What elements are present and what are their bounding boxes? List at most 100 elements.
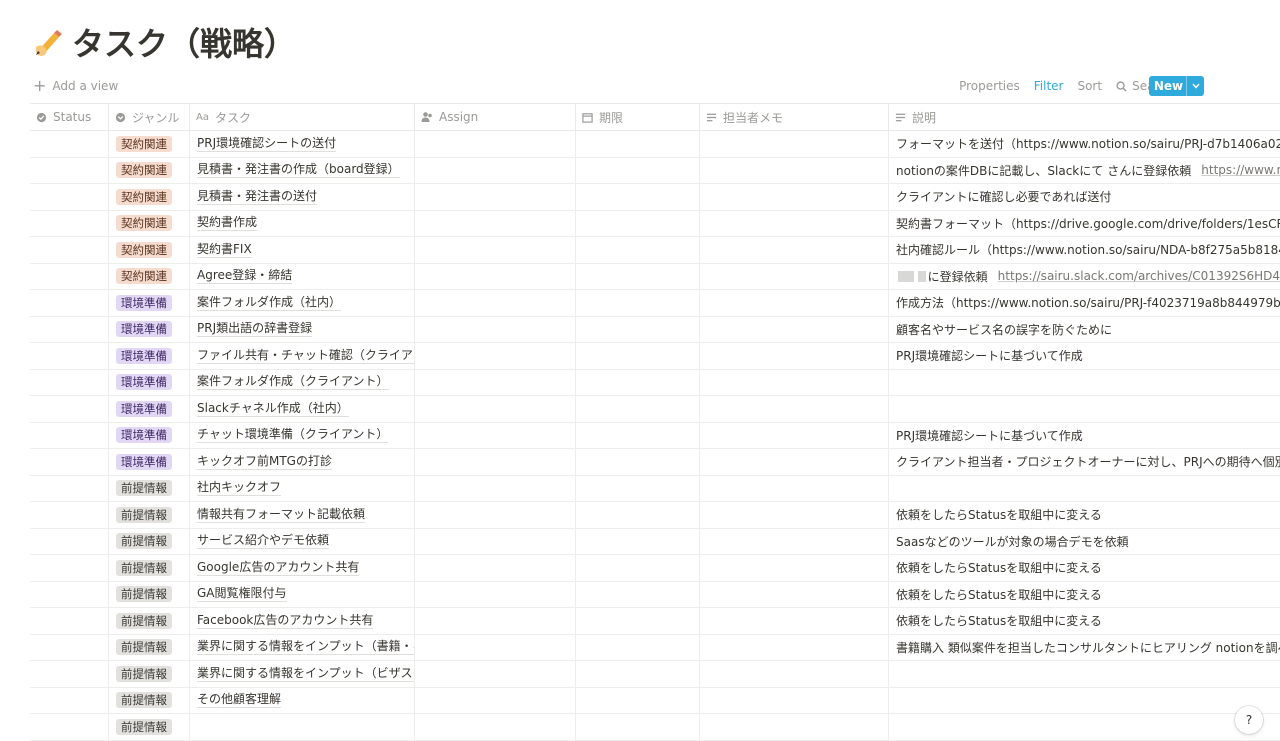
table-row[interactable]: 環境準備 キックオフ前MTGの打診 クライアント担当者・プロジェクトオーナーに対し、… bbox=[30, 449, 1280, 476]
description-cell[interactable] bbox=[889, 661, 1280, 687]
task-title[interactable]: ファイル共有・チャット確認（クライアント） bbox=[197, 348, 414, 364]
assign-cell[interactable] bbox=[415, 131, 576, 157]
description-cell[interactable]: 依頼をしたらStatusを取組中に変える bbox=[889, 608, 1280, 634]
table-row[interactable]: 環境準備 案件フォルダ作成（社内） 作成方法（https://www.notion.… bbox=[30, 290, 1280, 317]
task-cell[interactable]: Google広告のアカウント共有 bbox=[190, 555, 415, 581]
due-cell[interactable] bbox=[576, 157, 700, 183]
table-row[interactable]: 環境準備 案件フォルダ作成（クライアント） bbox=[30, 369, 1280, 396]
assign-cell[interactable] bbox=[415, 555, 576, 581]
filter-button[interactable]: Filter bbox=[1034, 79, 1064, 93]
due-cell[interactable] bbox=[576, 184, 700, 210]
genre-cell[interactable]: 契約関連 bbox=[109, 210, 190, 236]
description-cell[interactable] bbox=[889, 688, 1280, 714]
status-cell[interactable] bbox=[30, 290, 109, 316]
description-cell[interactable]: 依頼をしたらStatusを取組中に変える bbox=[889, 582, 1280, 608]
task-title[interactable]: Google広告のアカウント共有 bbox=[197, 560, 360, 576]
task-title[interactable]: 契約書FIX bbox=[197, 242, 252, 258]
status-cell[interactable] bbox=[30, 661, 109, 687]
memo-cell[interactable] bbox=[700, 369, 889, 395]
assign-cell[interactable] bbox=[415, 608, 576, 634]
status-cell[interactable] bbox=[30, 634, 109, 660]
task-title[interactable]: 情報共有フォーマット記載依頼 bbox=[197, 507, 366, 523]
description-link[interactable]: https://sairu.slack.com/archives/C01392S… bbox=[998, 269, 1280, 283]
task-title[interactable]: 業界に関する情報をインプット（ビザスクー） bbox=[197, 666, 414, 682]
task-cell[interactable]: ファイル共有・チャット確認（クライアント） bbox=[190, 343, 415, 369]
description-cell[interactable] bbox=[889, 476, 1280, 502]
description-cell[interactable]: 社内確認ルール（https://www.notion.so/sairu/NDA-… bbox=[889, 237, 1280, 263]
task-title[interactable]: Facebook広告のアカウント共有 bbox=[197, 613, 374, 629]
task-cell[interactable]: PRJ類出語の辞書登録 bbox=[190, 316, 415, 342]
task-cell[interactable]: GA閲覧権限付与 bbox=[190, 581, 415, 607]
due-cell[interactable] bbox=[576, 422, 700, 448]
table-row[interactable]: 前提情報 情報共有フォーマット記載依頼 依頼をしたらStatusを取組中に変える bbox=[30, 502, 1280, 529]
task-title[interactable]: 案件フォルダ作成（クライアント） bbox=[197, 374, 389, 391]
due-cell[interactable] bbox=[576, 687, 700, 713]
memo-cell[interactable] bbox=[700, 131, 889, 157]
task-cell[interactable]: Slackチャネル作成（社内） bbox=[190, 396, 415, 422]
task-cell[interactable]: キックオフ前MTGの打診 bbox=[190, 449, 415, 475]
description-cell[interactable]: PRJ環境確認シートに基づいて作成 bbox=[889, 423, 1280, 449]
description-cell[interactable]: Saasなどのツールが対象の場合デモを依頼 bbox=[889, 529, 1280, 555]
table-row[interactable]: 前提情報 その他顧客理解 bbox=[30, 687, 1280, 714]
due-cell[interactable] bbox=[576, 475, 700, 501]
due-cell[interactable] bbox=[576, 502, 700, 528]
chevron-down-icon[interactable] bbox=[1186, 76, 1204, 96]
status-cell[interactable] bbox=[30, 263, 109, 289]
genre-cell[interactable]: 前提情報 bbox=[109, 502, 190, 528]
memo-cell[interactable] bbox=[700, 687, 889, 713]
task-title[interactable]: その他顧客理解 bbox=[197, 692, 282, 709]
task-cell[interactable]: Facebook広告のアカウント共有 bbox=[190, 608, 415, 634]
task-cell[interactable]: 業界に関する情報をインプット（書籍・ネット） bbox=[190, 634, 415, 660]
task-title[interactable]: サービス紹介やデモ依頼 bbox=[197, 533, 330, 550]
due-cell[interactable] bbox=[576, 396, 700, 422]
due-cell[interactable] bbox=[576, 661, 700, 687]
genre-cell[interactable]: 前提情報 bbox=[109, 475, 190, 501]
column-header-genre[interactable]: ジャンル bbox=[109, 104, 190, 130]
memo-cell[interactable] bbox=[700, 555, 889, 581]
table-row[interactable]: 契約関連 PRJ環境確認シートの送付 フォーマットを送付（https://www.n… bbox=[30, 131, 1280, 158]
genre-cell[interactable]: 前提情報 bbox=[109, 661, 190, 687]
status-cell[interactable] bbox=[30, 687, 109, 713]
assign-cell[interactable] bbox=[415, 237, 576, 263]
status-cell[interactable] bbox=[30, 343, 109, 369]
task-cell[interactable]: PRJ環境確認シートの送付 bbox=[190, 131, 415, 157]
task-cell[interactable]: チャット環境準備（クライアント） bbox=[190, 422, 415, 448]
genre-cell[interactable]: 前提情報 bbox=[109, 634, 190, 660]
memo-cell[interactable] bbox=[700, 449, 889, 475]
genre-cell[interactable]: 契約関連 bbox=[109, 263, 190, 289]
table-row[interactable]: 前提情報 Facebook広告のアカウント共有 依頼をしたらStatusを取組中に変… bbox=[30, 608, 1280, 635]
status-cell[interactable] bbox=[30, 369, 109, 395]
task-title[interactable]: 案件フォルダ作成（社内） bbox=[197, 295, 342, 311]
assign-cell[interactable] bbox=[415, 661, 576, 687]
assign-cell[interactable] bbox=[415, 184, 576, 210]
status-cell[interactable] bbox=[30, 131, 109, 157]
table-row[interactable]: 契約関連 見積書・発注書の作成（board登録） notionの案件DBに記載し、S… bbox=[30, 157, 1280, 184]
due-cell[interactable] bbox=[576, 634, 700, 660]
table-row[interactable]: 前提情報 Google広告のアカウント共有 依頼をしたらStatusを取組中に変える bbox=[30, 555, 1280, 582]
memo-cell[interactable] bbox=[700, 714, 889, 740]
description-cell[interactable] bbox=[889, 370, 1280, 396]
status-cell[interactable] bbox=[30, 581, 109, 607]
assign-cell[interactable] bbox=[415, 157, 576, 183]
task-title[interactable]: PRJ類出語の辞書登録 bbox=[197, 321, 313, 338]
description-cell[interactable]: 依頼をしたらStatusを取組中に変える bbox=[889, 555, 1280, 581]
description-cell[interactable]: 書籍購入 類似案件を担当したコンサルタントにヒアリング notionを調べる bbox=[889, 635, 1280, 661]
assign-cell[interactable] bbox=[415, 449, 576, 475]
table-row[interactable]: 前提情報 業界に関する情報をインプット（書籍・ネット） 書籍購入 類似案件を担当した… bbox=[30, 634, 1280, 661]
task-cell[interactable]: 見積書・発注書の作成（board登録） bbox=[190, 157, 415, 183]
genre-cell[interactable]: 環境準備 bbox=[109, 369, 190, 395]
task-title[interactable]: Slackチャネル作成（社内） bbox=[197, 401, 349, 417]
column-header-due[interactable]: 期限 bbox=[576, 104, 700, 130]
task-title[interactable]: 見積書・発注書の作成（board登録） bbox=[197, 162, 400, 179]
description-cell[interactable]: 契約書フォーマット（https://drive.google.com/drive… bbox=[889, 211, 1280, 237]
task-title[interactable]: 業界に関する情報をインプット（書籍・ネット） bbox=[197, 639, 414, 656]
status-cell[interactable] bbox=[30, 714, 109, 740]
memo-cell[interactable] bbox=[700, 396, 889, 422]
table-row[interactable]: 前提情報 GA閲覧権限付与 依頼をしたらStatusを取組中に変える bbox=[30, 581, 1280, 608]
status-cell[interactable] bbox=[30, 157, 109, 183]
assign-cell[interactable] bbox=[415, 422, 576, 448]
table-row[interactable]: 前提情報 社内キックオフ bbox=[30, 475, 1280, 502]
column-header-desc[interactable]: 説明 bbox=[889, 104, 1280, 130]
task-cell[interactable]: 案件フォルダ作成（クライアント） bbox=[190, 369, 415, 395]
assign-cell[interactable] bbox=[415, 343, 576, 369]
